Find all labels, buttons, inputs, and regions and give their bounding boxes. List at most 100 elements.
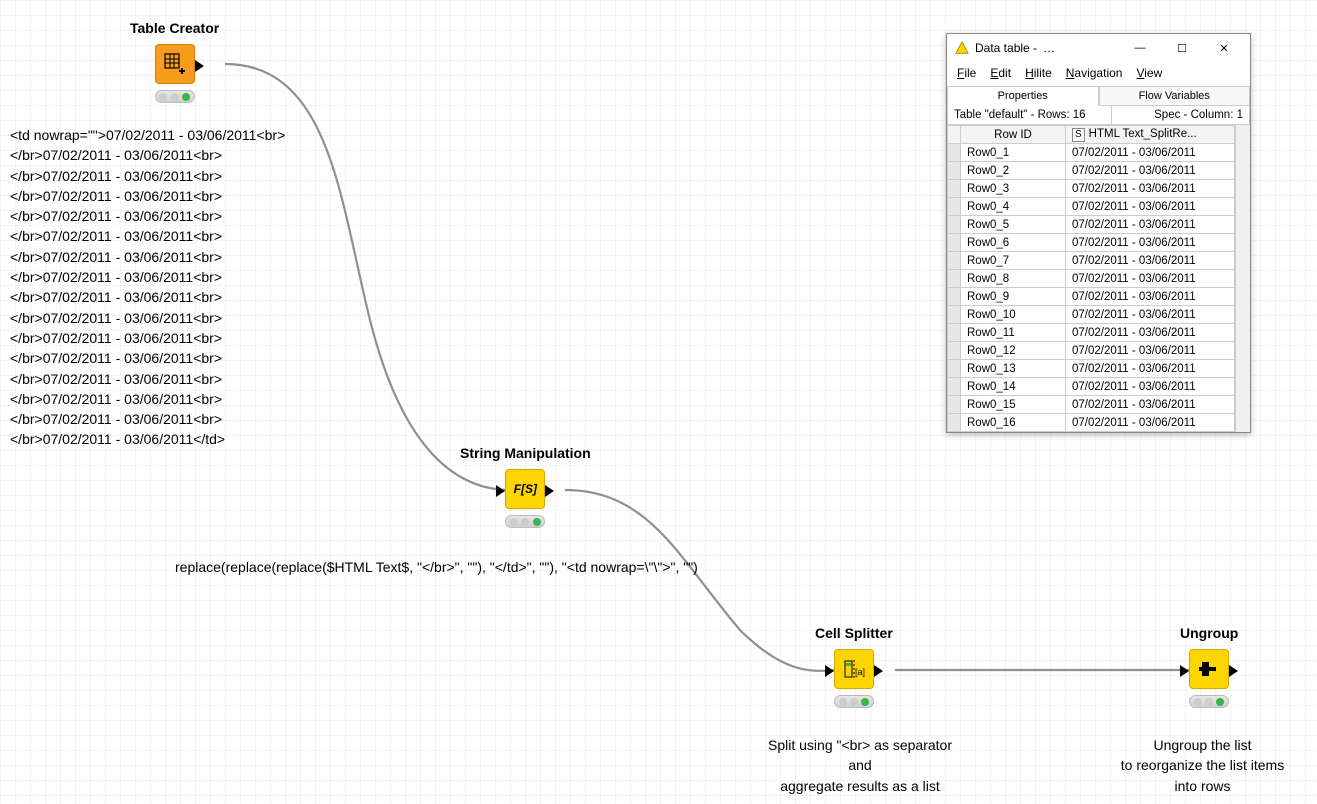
maximize-button[interactable]: ☐ xyxy=(1164,36,1200,60)
row-handle[interactable] xyxy=(948,180,961,198)
input-port[interactable] xyxy=(825,665,834,677)
table-row[interactable]: Row0_307/02/2011 - 03/06/2011 xyxy=(948,180,1235,198)
row-handle[interactable] xyxy=(948,162,961,180)
node-status-traffic xyxy=(1189,695,1229,708)
input-port[interactable] xyxy=(496,485,505,497)
tab-flow-variables[interactable]: Flow Variables xyxy=(1099,87,1251,106)
row-handle[interactable] xyxy=(948,270,961,288)
window-title: Data table - xyxy=(975,41,1037,55)
line1: Split using "<br> as separator xyxy=(730,735,990,755)
table-row[interactable]: Row0_1607/02/2011 - 03/06/2011 xyxy=(948,414,1235,432)
output-port[interactable] xyxy=(545,485,554,497)
line3: aggregate results as a list xyxy=(730,776,990,796)
cell-value: 07/02/2011 - 03/06/2011 xyxy=(1066,144,1235,162)
row-handle[interactable] xyxy=(948,306,961,324)
data-table-window[interactable]: Data table - … — ☐ ✕ File Edit Hilite Na… xyxy=(946,33,1251,433)
cell-value: 07/02/2011 - 03/06/2011 xyxy=(1066,378,1235,396)
table-row[interactable]: Row0_807/02/2011 - 03/06/2011 xyxy=(948,270,1235,288)
cell-value: 07/02/2011 - 03/06/2011 xyxy=(1066,180,1235,198)
menu-navigation[interactable]: Navigation xyxy=(1066,66,1123,80)
row-handle[interactable] xyxy=(948,198,961,216)
window-titlebar[interactable]: Data table - … — ☐ ✕ xyxy=(947,34,1250,62)
menu-view[interactable]: View xyxy=(1136,66,1162,80)
table-row[interactable]: Row0_707/02/2011 - 03/06/2011 xyxy=(948,252,1235,270)
row-handle[interactable] xyxy=(948,144,961,162)
close-button[interactable]: ✕ xyxy=(1206,36,1242,60)
cell-rowid: Row0_4 xyxy=(961,198,1066,216)
row-handle[interactable] xyxy=(948,252,961,270)
cell-rowid: Row0_12 xyxy=(961,342,1066,360)
data-table[interactable]: Row ID SHTML Text_SplitRe... Row0_107/02… xyxy=(947,125,1235,432)
node-status-traffic xyxy=(505,515,545,528)
table-row[interactable]: Row0_907/02/2011 - 03/06/2011 xyxy=(948,288,1235,306)
cell-value: 07/02/2011 - 03/06/2011 xyxy=(1066,306,1235,324)
table-row[interactable]: Row0_407/02/2011 - 03/06/2011 xyxy=(948,198,1235,216)
row-handle[interactable] xyxy=(948,378,961,396)
node-table-creator[interactable]: Table Creator xyxy=(130,20,219,103)
cell-rowid: Row0_7 xyxy=(961,252,1066,270)
row-handle[interactable] xyxy=(948,234,961,252)
output-port[interactable] xyxy=(195,60,204,72)
window-infobar: Table "default" - Rows: 16 Spec - Column… xyxy=(947,106,1250,125)
menu-edit[interactable]: Edit xyxy=(990,66,1011,80)
node-ungroup[interactable]: Ungroup xyxy=(1180,625,1238,708)
output-port[interactable] xyxy=(1229,665,1238,677)
node-string-manipulation[interactable]: String Manipulation F[S] xyxy=(460,445,591,528)
annotation-replace-expr: replace(replace(replace($HTML Text$, "</… xyxy=(175,557,698,577)
row-handle[interactable] xyxy=(948,414,961,432)
table-row[interactable]: Row0_1307/02/2011 - 03/06/2011 xyxy=(948,360,1235,378)
table-row[interactable]: Row0_1507/02/2011 - 03/06/2011 xyxy=(948,396,1235,414)
window-title-ellipsis: … xyxy=(1043,41,1055,55)
menu-file[interactable]: File xyxy=(957,66,976,80)
output-port[interactable] xyxy=(874,665,883,677)
cell-rowid: Row0_5 xyxy=(961,216,1066,234)
cell-value: 07/02/2011 - 03/06/2011 xyxy=(1066,270,1235,288)
tab-properties[interactable]: Properties xyxy=(947,87,1099,106)
table-row[interactable]: Row0_1107/02/2011 - 03/06/2011 xyxy=(948,324,1235,342)
column-header-rowid[interactable]: Row ID xyxy=(961,126,1066,144)
line2: and xyxy=(730,755,990,775)
annotation-cell-splitter-desc: Split using "<br> as separator and aggre… xyxy=(730,735,990,796)
row-handle[interactable] xyxy=(948,324,961,342)
node-title: Table Creator xyxy=(130,20,219,36)
annotation-ungroup-desc: Ungroup the list to reorganize the list … xyxy=(1090,735,1315,796)
table-row[interactable]: Row0_207/02/2011 - 03/06/2011 xyxy=(948,162,1235,180)
cell-rowid: Row0_14 xyxy=(961,378,1066,396)
string-type-badge: S xyxy=(1072,128,1085,142)
cell-rowid: Row0_8 xyxy=(961,270,1066,288)
data-table-body: Row0_107/02/2011 - 03/06/2011Row0_207/02… xyxy=(948,144,1235,432)
input-port[interactable] xyxy=(1180,665,1189,677)
cell-rowid: Row0_10 xyxy=(961,306,1066,324)
column-header-text[interactable]: SHTML Text_SplitRe... xyxy=(1066,126,1235,144)
cell-rowid: Row0_13 xyxy=(961,360,1066,378)
node-title: String Manipulation xyxy=(460,445,591,461)
table-row[interactable]: Row0_607/02/2011 - 03/06/2011 xyxy=(948,234,1235,252)
cell-value: 07/02/2011 - 03/06/2011 xyxy=(1066,342,1235,360)
node-title: Ungroup xyxy=(1180,625,1238,641)
row-handle[interactable] xyxy=(948,288,961,306)
cell-value: 07/02/2011 - 03/06/2011 xyxy=(1066,360,1235,378)
table-row[interactable]: Row0_1207/02/2011 - 03/06/2011 xyxy=(948,342,1235,360)
line2: to reorganize the list items xyxy=(1090,755,1315,775)
row-handle-header xyxy=(948,126,961,144)
cell-rowid: Row0_2 xyxy=(961,162,1066,180)
node-cell-splitter[interactable]: Cell Splitter [a] xyxy=(815,625,893,708)
vertical-scrollbar[interactable] xyxy=(1235,125,1250,432)
cell-value: 07/02/2011 - 03/06/2011 xyxy=(1066,288,1235,306)
row-handle[interactable] xyxy=(948,360,961,378)
info-spec: Spec - Column: 1 xyxy=(1112,106,1249,124)
minimize-button[interactable]: — xyxy=(1122,36,1158,60)
line1: Ungroup the list xyxy=(1090,735,1315,755)
table-row[interactable]: Row0_1007/02/2011 - 03/06/2011 xyxy=(948,306,1235,324)
menu-hilite[interactable]: Hilite xyxy=(1025,66,1052,80)
line3: into rows xyxy=(1090,776,1315,796)
row-handle[interactable] xyxy=(948,342,961,360)
node-title: Cell Splitter xyxy=(815,625,893,641)
row-handle[interactable] xyxy=(948,216,961,234)
table-row[interactable]: Row0_1407/02/2011 - 03/06/2011 xyxy=(948,378,1235,396)
table-row[interactable]: Row0_107/02/2011 - 03/06/2011 xyxy=(948,144,1235,162)
window-tabs: Properties Flow Variables xyxy=(947,86,1250,106)
table-row[interactable]: Row0_507/02/2011 - 03/06/2011 xyxy=(948,216,1235,234)
row-handle[interactable] xyxy=(948,396,961,414)
string-manipulation-icon: F[S] xyxy=(505,469,545,509)
